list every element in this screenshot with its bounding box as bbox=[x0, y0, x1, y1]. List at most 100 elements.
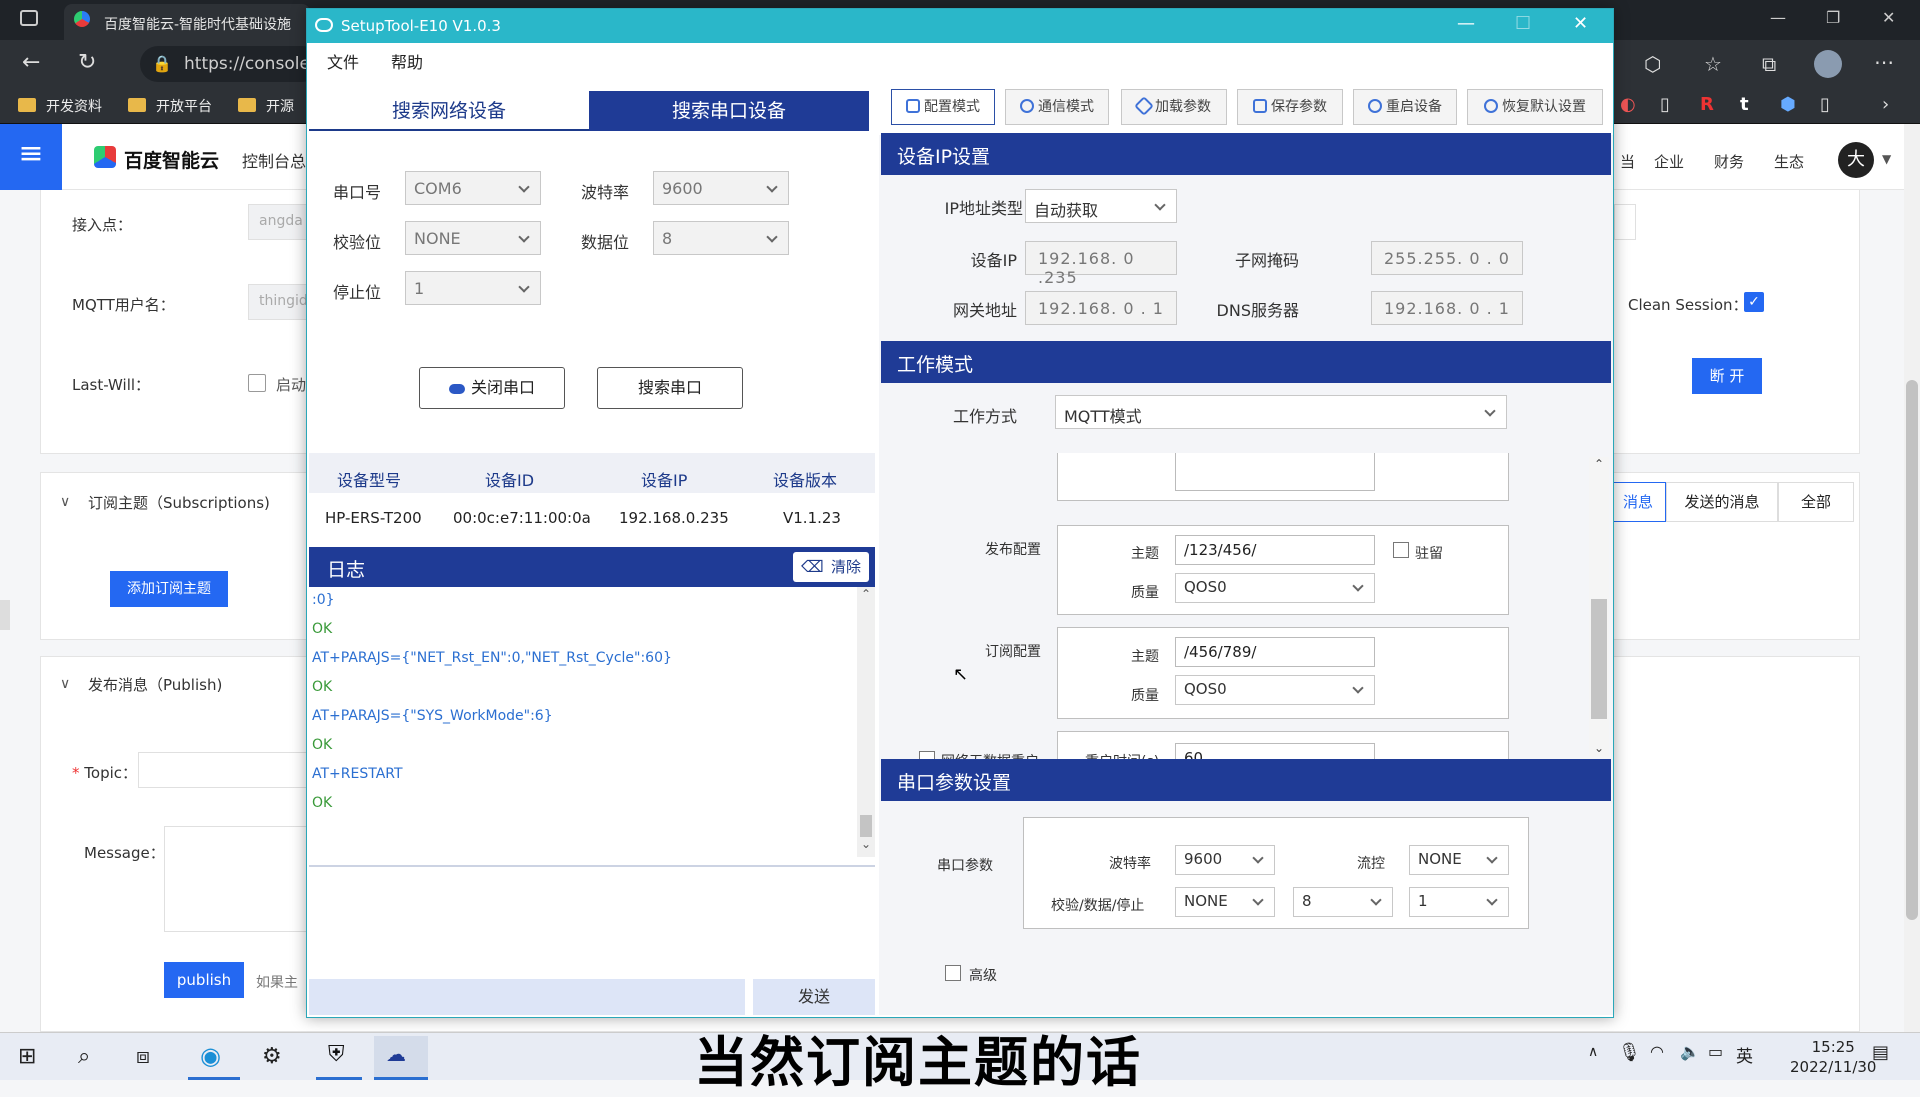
close-port-button[interactable]: 关闭串口 bbox=[419, 367, 565, 409]
scroll-down-icon[interactable]: ⌄ bbox=[1594, 741, 1604, 755]
windows-start-icon[interactable]: ⊞ bbox=[18, 1044, 36, 1069]
ime-indicator[interactable]: 英 bbox=[1736, 1042, 1753, 1067]
scroll-down-icon[interactable]: ⌄ bbox=[861, 837, 871, 851]
profile-avatar[interactable] bbox=[1814, 50, 1842, 78]
databits-select[interactable]: 8 bbox=[653, 221, 789, 255]
search-port-button[interactable]: 搜索串口 bbox=[597, 367, 743, 409]
microphone-icon[interactable]: 🎙 bbox=[1618, 1042, 1641, 1063]
collapse-chevron-icon[interactable]: ∨ bbox=[60, 494, 70, 510]
log-output[interactable]: :0} OK AT+PARAJS={"NET_Rst_EN":0,"NET_Rst_… bbox=[309, 587, 857, 857]
sp-stop-select[interactable]: 1 bbox=[1409, 887, 1509, 917]
tab-overview-icon[interactable] bbox=[20, 10, 38, 26]
disconnect-button[interactable]: 断 开 bbox=[1692, 358, 1762, 394]
bookmark-dev-docs[interactable]: 开发资料 bbox=[18, 96, 102, 116]
sp-parity-select[interactable]: NONE bbox=[1175, 887, 1275, 917]
save-params-button[interactable]: 保存参数 bbox=[1237, 89, 1343, 125]
page-icon[interactable]: ▯ bbox=[1660, 94, 1670, 115]
hamburger-menu-icon[interactable]: ≡ bbox=[0, 124, 62, 190]
sub-topic-input[interactable]: /456/789/ bbox=[1175, 637, 1375, 667]
t-extension-icon[interactable]: t bbox=[1740, 94, 1749, 115]
bookmarks-more-icon[interactable]: › bbox=[1882, 94, 1889, 115]
sp-data-select[interactable]: 8 bbox=[1293, 887, 1393, 917]
flow-select[interactable]: NONE bbox=[1409, 845, 1509, 875]
gateway-input[interactable]: 192.168. 0 . 1 bbox=[1025, 291, 1177, 325]
browser-maximize-icon[interactable]: ❐ bbox=[1826, 8, 1840, 27]
add-subscription-button[interactable]: 添加订阅主题 bbox=[110, 571, 228, 607]
back-icon[interactable]: ← bbox=[22, 50, 40, 75]
clear-log-button[interactable]: ⌫ 清除 bbox=[793, 552, 869, 582]
pub-topic-input[interactable]: /123/456/ bbox=[1175, 535, 1375, 565]
ip-type-select[interactable]: 自动获取 bbox=[1025, 189, 1177, 223]
tab-search-network[interactable]: 搜索网络设备 bbox=[309, 91, 589, 131]
pub-qos-select[interactable]: QOS0 bbox=[1175, 573, 1375, 603]
device-ip-input[interactable]: 192.168. 0 .235 bbox=[1025, 241, 1177, 287]
menu-help[interactable]: 帮助 bbox=[391, 49, 423, 73]
app-maximize-icon[interactable]: ☐ bbox=[1515, 13, 1531, 34]
tab-all[interactable]: 全部 bbox=[1778, 482, 1854, 522]
extension-color-icon[interactable]: ◐ bbox=[1620, 94, 1636, 115]
tab-messages[interactable]: 消息 bbox=[1610, 482, 1666, 522]
settings-gear-icon[interactable]: ⚙ bbox=[262, 1044, 282, 1069]
stopbits-select[interactable]: 1 bbox=[405, 271, 541, 305]
extensions-icon[interactable]: ⬡ bbox=[1644, 52, 1661, 76]
menu-file[interactable]: 文件 bbox=[327, 49, 359, 73]
browser-close-icon[interactable]: ✕ bbox=[1882, 8, 1895, 27]
search-icon[interactable]: ⌕ bbox=[78, 1044, 90, 1069]
top-input[interactable] bbox=[1175, 453, 1375, 491]
console-link[interactable]: 控制台总 bbox=[242, 148, 306, 172]
clock[interactable]: 15:25 2022/11/30 bbox=[1790, 1037, 1876, 1077]
retain-checkbox[interactable] bbox=[1393, 542, 1409, 558]
load-params-button[interactable]: 加载参数 bbox=[1121, 89, 1227, 125]
notification-icon[interactable]: ▤ bbox=[1872, 1042, 1889, 1063]
work-mode-select[interactable]: MQTT模式 bbox=[1055, 395, 1507, 429]
publish-button[interactable]: publish bbox=[164, 962, 244, 998]
lock-icon[interactable]: 🔒 bbox=[152, 54, 172, 73]
send-input[interactable] bbox=[309, 979, 745, 1015]
side-collapse-handle[interactable] bbox=[0, 600, 10, 630]
collections-icon[interactable]: ⧉ bbox=[1762, 52, 1776, 76]
port-select[interactable]: COM6 bbox=[405, 171, 541, 205]
collapse-chevron-icon[interactable]: ∨ bbox=[60, 676, 70, 692]
advanced-checkbox[interactable] bbox=[945, 965, 961, 981]
bookmark-open-platform[interactable]: 开放平台 bbox=[128, 96, 212, 116]
nav-finance[interactable]: 财务 bbox=[1714, 151, 1744, 172]
scroll-up-icon[interactable]: ⌃ bbox=[1594, 457, 1604, 471]
nav-truncated[interactable]: 当 bbox=[1620, 151, 1635, 172]
reconnect-checkbox[interactable] bbox=[919, 751, 935, 759]
send-textarea[interactable] bbox=[309, 867, 875, 975]
sp-baud-select[interactable]: 9600 bbox=[1175, 845, 1275, 875]
right-input-stub[interactable] bbox=[1614, 204, 1636, 240]
edge-taskbar-button[interactable]: ◉ bbox=[188, 1036, 240, 1080]
volume-icon[interactable]: 🔈 bbox=[1680, 1042, 1700, 1061]
scroll-up-icon[interactable]: ⌃ bbox=[861, 587, 871, 601]
wifi-icon[interactable]: ◠ bbox=[1650, 1042, 1664, 1061]
more-menu-icon[interactable]: ⋯ bbox=[1874, 50, 1894, 74]
log-scrollbar-thumb[interactable] bbox=[860, 815, 872, 837]
config-mode-button[interactable]: 配置模式 bbox=[891, 89, 995, 125]
battery-icon[interactable]: ▭ bbox=[1708, 1042, 1723, 1061]
work-mode-scrollbar-thumb[interactable] bbox=[1591, 599, 1607, 719]
topic-input[interactable] bbox=[138, 752, 314, 788]
baud-select[interactable]: 9600 bbox=[653, 171, 789, 205]
security-taskbar-button[interactable]: ⛨ bbox=[316, 1036, 362, 1080]
user-avatar[interactable]: 大 bbox=[1838, 142, 1874, 178]
work-mode-scroll-area[interactable]: 发布配置 主题 /123/456/ 驻留 质量 QOS0 订阅配置 主题 /45… bbox=[881, 453, 1589, 759]
subnet-input[interactable]: 255.255. 0 . 0 bbox=[1371, 241, 1523, 275]
browser-tab[interactable]: 百度智能云-智能时代基础设施 bbox=[64, 4, 310, 40]
sub-qos-select[interactable]: QOS0 bbox=[1175, 675, 1375, 705]
page-scrollbar-thumb[interactable] bbox=[1906, 380, 1918, 920]
document-icon[interactable]: ▯ bbox=[1820, 94, 1830, 115]
comm-mode-button[interactable]: 通信模式 bbox=[1005, 89, 1109, 125]
baidu-cloud-logo[interactable]: 百度智能云 bbox=[94, 146, 219, 173]
reload-icon[interactable]: ↻ bbox=[78, 50, 96, 75]
app-close-icon[interactable]: ✕ bbox=[1573, 13, 1588, 34]
log-scrollbar[interactable]: ⌃ ⌄ bbox=[857, 587, 875, 857]
message-textarea[interactable] bbox=[164, 826, 314, 932]
shield-extension-icon[interactable]: ⬢ bbox=[1780, 94, 1796, 115]
last-will-checkbox[interactable] bbox=[248, 374, 266, 392]
dns-input[interactable]: 192.168. 0 . 1 bbox=[1371, 291, 1523, 325]
nav-ecosystem[interactable]: 生态 bbox=[1774, 151, 1804, 172]
tab-sent-messages[interactable]: 发送的消息 bbox=[1666, 482, 1778, 522]
bookmark-open-source[interactable]: 开源 bbox=[238, 96, 294, 116]
setuptool-taskbar-button[interactable]: ☁ bbox=[374, 1036, 428, 1080]
